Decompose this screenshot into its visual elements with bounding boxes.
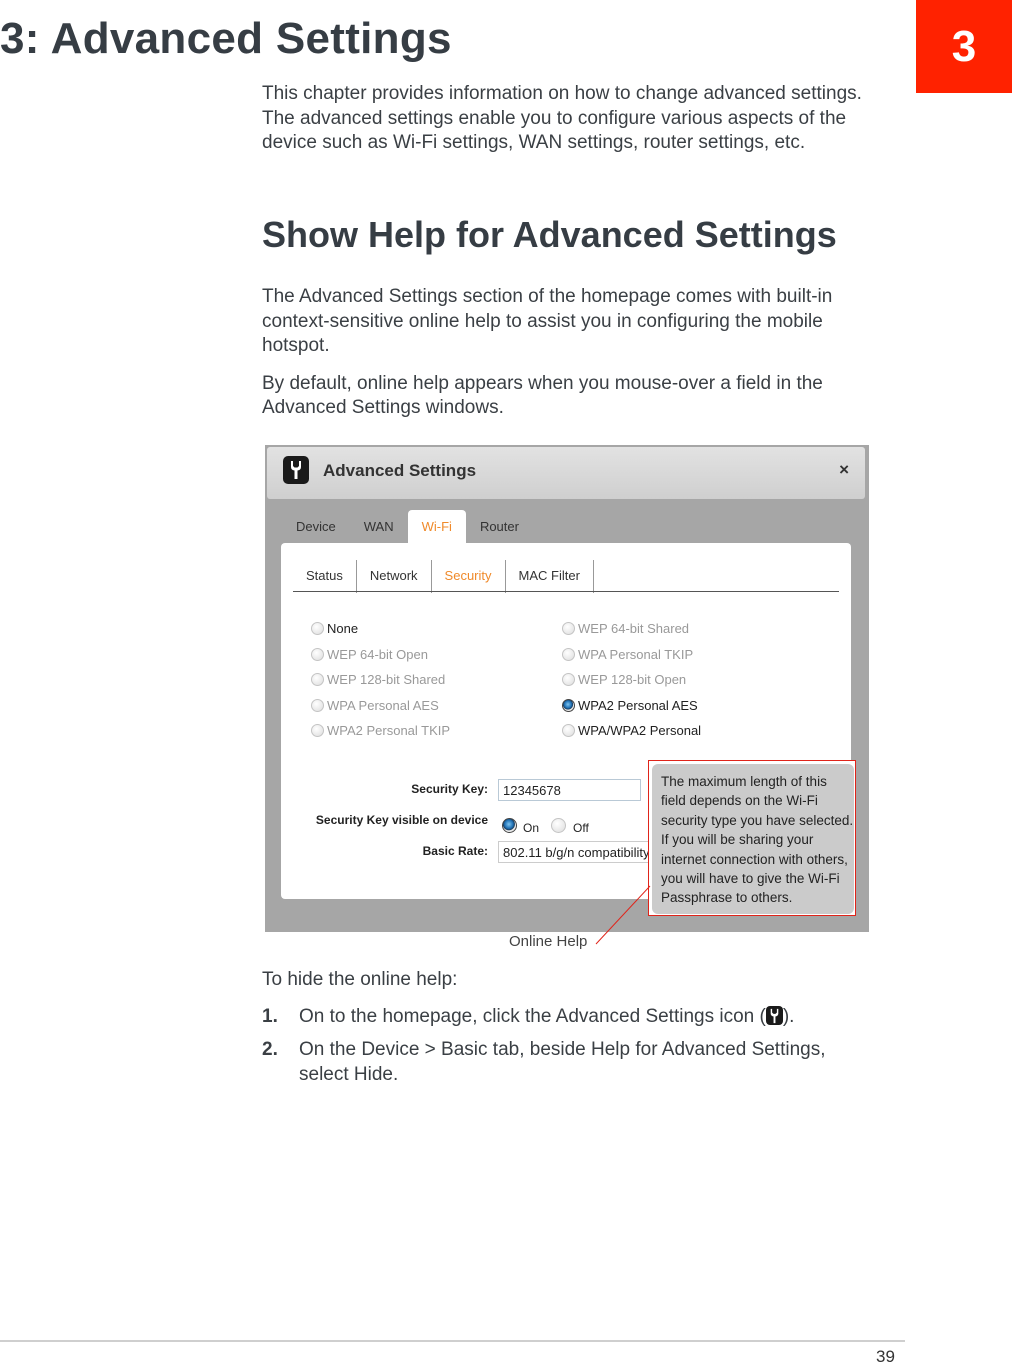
tab-security[interactable]: Security [432,560,506,593]
radio-circle[interactable] [562,673,575,686]
radio-wpa-wpa2-personal[interactable]: WPA/WPA2 Personal [562,723,701,738]
online-help-tooltip: The maximum length of this field depends… [652,764,854,914]
step-text: On the Device > Basic tab, beside Help f… [299,1039,826,1085]
step-text-after: ). [782,1006,795,1027]
radio-wpa-tkip[interactable]: WPA Personal TKIP [562,647,693,662]
radio-wep64-open[interactable]: WEP 64-bit Open [311,647,428,662]
tab-wifi[interactable]: Wi-Fi [407,510,466,544]
radio-circle[interactable] [562,648,575,661]
radio-circle-checked[interactable] [502,817,517,833]
intro-paragraph: This chapter provides information on how… [262,83,862,153]
section-paragraph-2: By default, online help appears when you… [262,372,823,419]
basic-rate-label: Basic Rate: [422,844,488,858]
radio-visible-off[interactable]: Off [551,815,589,835]
footer-divider [0,1340,905,1342]
window-header: Advanced Settings × [267,447,865,499]
radio-none[interactable]: None [311,621,358,636]
tab-wan[interactable]: WAN [350,510,408,544]
radio-wpa-aes[interactable]: WPA Personal AES [311,698,439,713]
visible-on-device-label: Security Key visible on device [315,813,488,827]
step-number: 2. [262,1039,278,1060]
sub-tabs-divider [293,591,839,592]
radio-circle[interactable] [311,673,324,686]
chapter-number-tab: 3 [916,0,1012,93]
chapter-title: 3: Advanced Settings [0,14,452,63]
radio-wpa2-tkip[interactable]: WPA2 Personal TKIP [311,723,450,738]
close-icon[interactable]: × [839,460,849,480]
chapter-intro: This chapter provides information on how… [262,82,902,156]
radio-wep64-shared[interactable]: WEP 64-bit Shared [562,621,689,636]
main-tabs: Device WAN Wi-Fi Router [282,510,533,544]
tab-network[interactable]: Network [357,560,432,593]
procedure-intro: To hide the online help: [262,969,458,990]
radio-circle[interactable] [311,724,324,737]
online-help-callout-box: The maximum length of this field depends… [648,760,856,916]
radio-circle[interactable] [562,622,575,635]
tab-router[interactable]: Router [466,510,533,544]
tab-mac-filter[interactable]: MAC Filter [506,560,594,593]
security-key-label: Security Key: [411,782,488,796]
step-number: 1. [262,1006,278,1027]
radio-wep128-open[interactable]: WEP 128-bit Open [562,672,686,687]
section-paragraph-1: The Advanced Settings section of the hom… [262,286,833,356]
sub-tabs: Status Network Security MAC Filter [293,560,594,593]
radio-wpa2-aes[interactable]: WPA2 Personal AES [562,698,698,713]
tab-device[interactable]: Device [282,510,350,544]
window-title: Advanced Settings [323,461,477,480]
step-text-before: On to the homepage, click the Advanced S… [299,1006,766,1027]
tab-status[interactable]: Status [293,560,357,593]
radio-circle[interactable] [311,648,324,661]
radio-circle[interactable] [551,817,566,833]
radio-circle-checked[interactable] [562,699,575,712]
radio-visible-on[interactable]: On [502,815,539,835]
radio-circle[interactable] [562,724,575,737]
radio-wep128-shared[interactable]: WEP 128-bit Shared [311,672,445,687]
basic-rate-select[interactable]: 802.11 b/g/n compatibility [498,841,658,863]
section-title: Show Help for Advanced Settings [262,214,837,255]
wrench-icon [765,1006,783,1025]
online-help-label: Online Help [509,933,588,950]
radio-circle[interactable] [311,699,324,712]
wrench-icon [283,456,309,484]
page-number: 39 [876,1347,895,1366]
security-key-input[interactable]: 12345678 [498,779,641,801]
radio-circle[interactable] [311,622,324,635]
section-body: The Advanced Settings section of the hom… [262,285,902,421]
